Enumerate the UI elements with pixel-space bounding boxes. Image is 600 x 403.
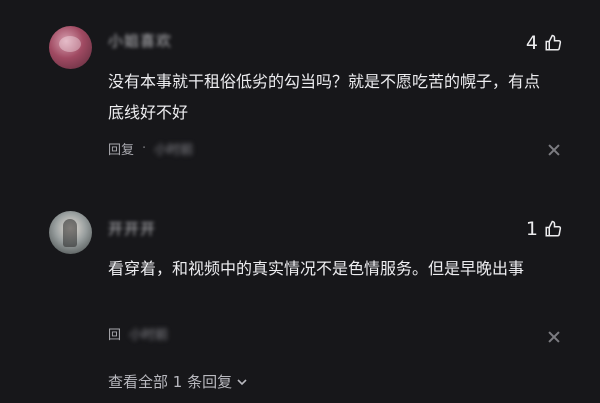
comment-username[interactable]: 开开开 — [108, 218, 156, 239]
like-button[interactable]: 4 — [526, 32, 562, 54]
comment-text: 看穿着，和视频中的真实情况不是色情服务。但是早晚出事 — [108, 259, 525, 278]
comment-section: 小姐喜欢 4 没有本事就干租俗低劣的勾当吗？就是不愿吃苦的幌子，有点底线好不好 … — [0, 0, 600, 403]
comment-text: 没有本事就干租俗低劣的勾当吗？就是不愿吃苦的幌子，有点底线好不好 — [108, 72, 541, 122]
comment-meta: 回复 · 小时前 — [108, 139, 193, 158]
close-icon[interactable] — [548, 144, 560, 156]
thumbs-up-icon — [545, 220, 562, 237]
chevron-down-icon — [237, 378, 247, 385]
like-count: 1 — [525, 218, 538, 240]
like-count: 4 — [525, 32, 538, 54]
avatar[interactable] — [49, 26, 92, 69]
reply-button[interactable]: 回复 — [108, 139, 134, 158]
thumbs-up-icon — [545, 34, 562, 51]
reply-button[interactable]: 回 — [108, 324, 121, 343]
comment-time: 小时前 — [154, 143, 194, 158]
comment-username[interactable]: 小姐喜欢 — [108, 30, 172, 51]
avatar[interactable] — [49, 211, 92, 254]
close-icon[interactable] — [548, 331, 560, 343]
comment-time: 小时前 — [129, 328, 169, 343]
comment-meta: 回 小时前 — [108, 324, 168, 343]
separator-dot: · — [142, 141, 147, 156]
view-all-replies-label: 查看全部 1 条回复 — [108, 373, 233, 391]
view-all-replies-button[interactable]: 查看全部 1 条回复 — [108, 371, 248, 392]
like-button[interactable]: 1 — [526, 218, 562, 240]
